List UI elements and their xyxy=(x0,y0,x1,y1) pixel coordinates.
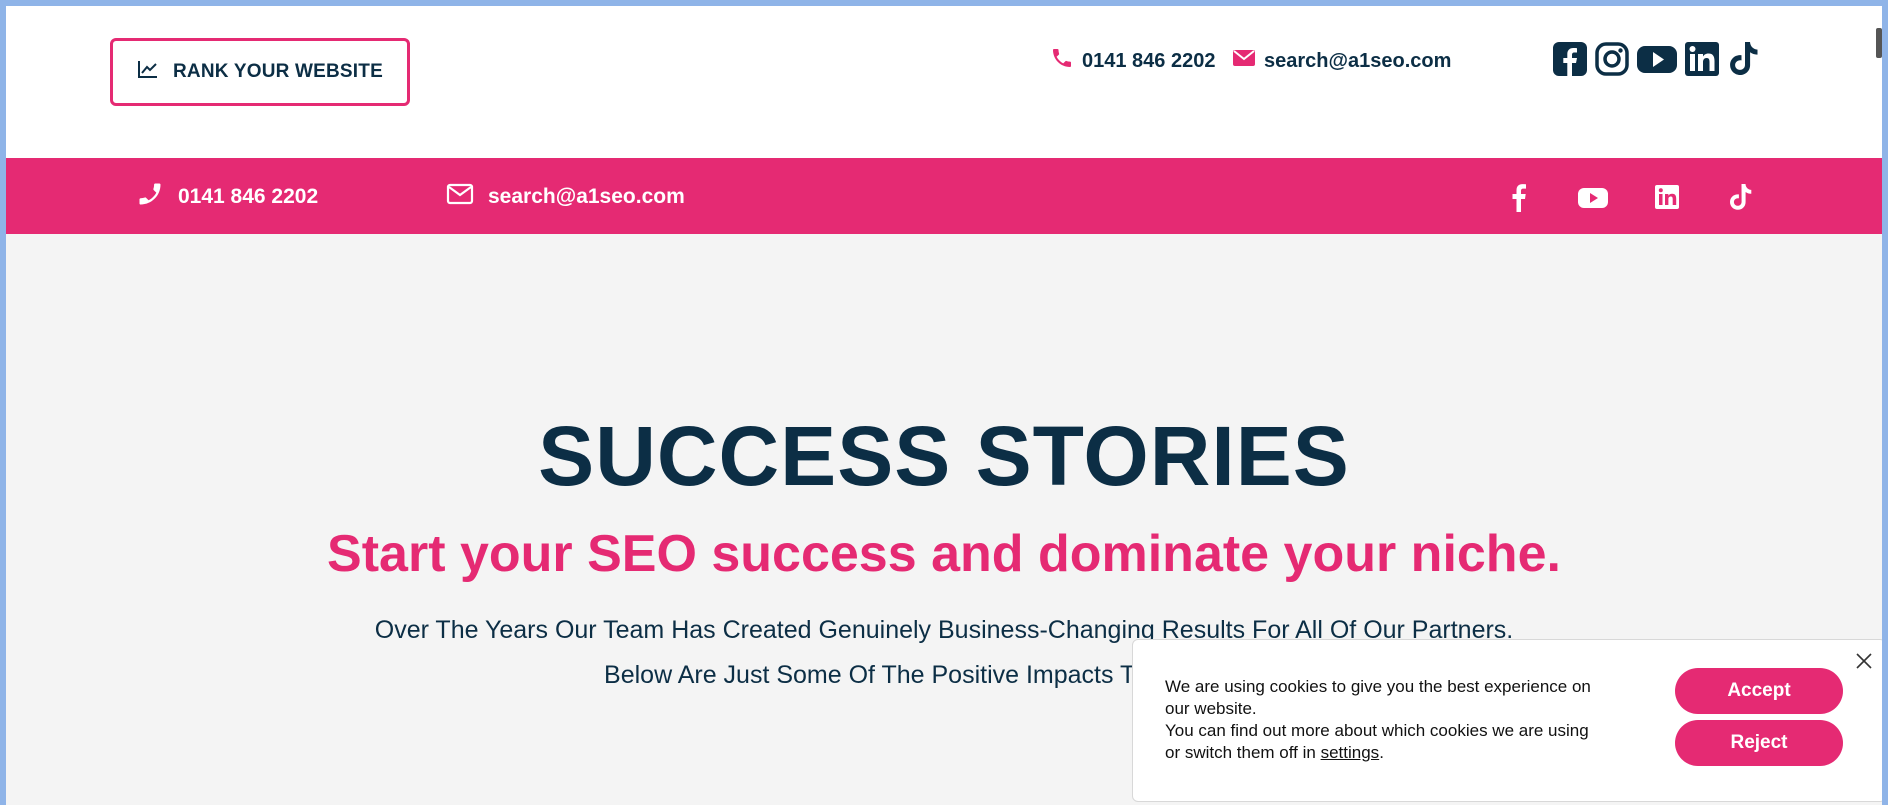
contact-bar-phone-text: 0141 846 2202 xyxy=(178,185,319,208)
header-phone-link[interactable]: 0141 846 2202 xyxy=(1050,46,1215,76)
facebook-icon[interactable] xyxy=(1502,180,1536,214)
envelope-icon xyxy=(1232,46,1256,76)
linkedin-icon[interactable] xyxy=(1650,180,1684,214)
instagram-icon[interactable] xyxy=(1594,39,1630,79)
contact-bar-email-link[interactable]: search@a1seo.com xyxy=(446,180,685,214)
page-subtitle: Start your SEO success and dominate your… xyxy=(327,525,1561,583)
chart-line-icon xyxy=(137,59,159,85)
linkedin-icon[interactable] xyxy=(1684,39,1720,79)
header-social-links xyxy=(1552,39,1762,79)
cookie-message-line-2: You can find out more about which cookie… xyxy=(1165,720,1605,764)
youtube-icon[interactable] xyxy=(1636,39,1678,79)
cookie-settings-link[interactable]: settings xyxy=(1321,743,1380,762)
site-header: RANK YOUR WEBSITE 0141 846 2202 search@a… xyxy=(6,6,1882,158)
contact-bar-email-text: search@a1seo.com xyxy=(488,185,685,208)
contact-bar: 0141 846 2202 search@a1seo.com xyxy=(6,158,1882,234)
contact-bar-phone-link[interactable]: 0141 846 2202 xyxy=(136,180,318,214)
cookie-banner: We are using cookies to give you the bes… xyxy=(1132,639,1882,802)
header-email-text: search@a1seo.com xyxy=(1264,49,1452,72)
header-email-link[interactable]: search@a1seo.com xyxy=(1232,46,1451,76)
scrollbar-thumb[interactable] xyxy=(1876,28,1882,58)
facebook-icon[interactable] xyxy=(1552,39,1588,79)
header-phone-text: 0141 846 2202 xyxy=(1082,49,1216,72)
browser-viewport: RANK YOUR WEBSITE 0141 846 2202 search@a… xyxy=(6,6,1882,805)
tiktok-icon[interactable] xyxy=(1726,39,1762,79)
close-icon[interactable] xyxy=(1853,650,1875,672)
phone-icon xyxy=(1050,46,1074,76)
tiktok-icon[interactable] xyxy=(1724,180,1758,214)
cookie-message-period: . xyxy=(1379,743,1384,762)
envelope-icon xyxy=(446,180,474,214)
reject-cookies-button[interactable]: Reject xyxy=(1675,720,1843,766)
page-title: SUCCESS STORIES xyxy=(538,409,1350,503)
cookie-message-line-1: We are using cookies to give you the bes… xyxy=(1165,677,1591,718)
cookie-message: We are using cookies to give you the bes… xyxy=(1165,676,1605,764)
youtube-icon[interactable] xyxy=(1576,180,1610,214)
rank-button-label: RANK YOUR WEBSITE xyxy=(173,61,383,82)
rank-your-website-button[interactable]: RANK YOUR WEBSITE xyxy=(110,38,410,106)
accept-cookies-button[interactable]: Accept xyxy=(1675,668,1843,714)
phone-icon xyxy=(136,180,164,214)
